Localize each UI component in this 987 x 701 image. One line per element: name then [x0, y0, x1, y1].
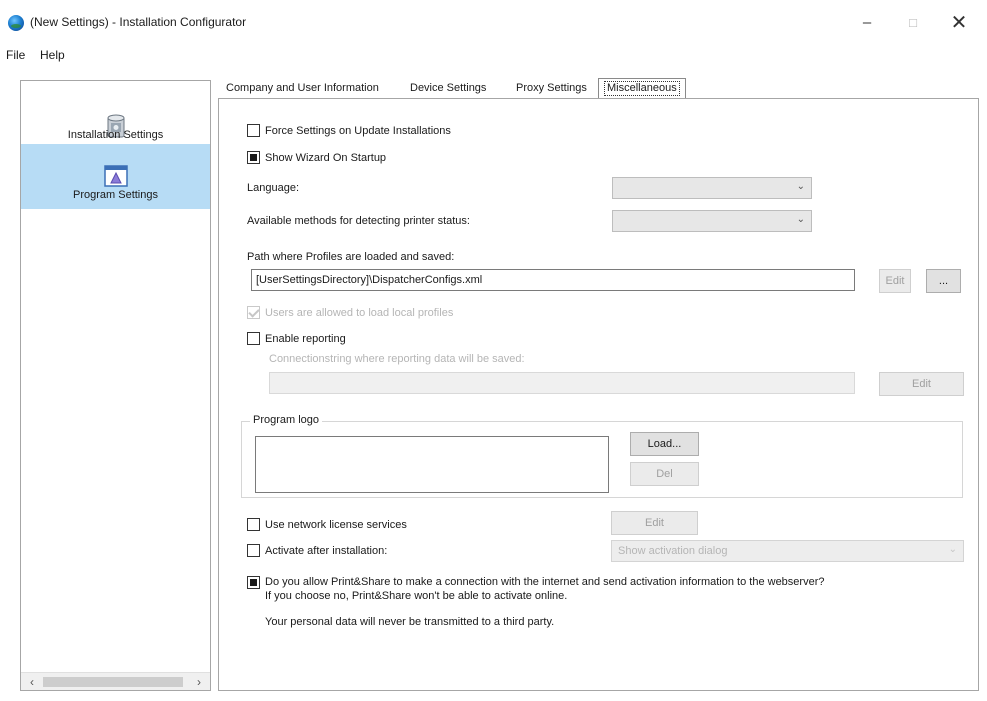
tab-miscellaneous[interactable]: Miscellaneous	[598, 78, 686, 99]
nav-item-label: Installation Settings	[67, 129, 164, 141]
tab-label: Miscellaneous	[604, 81, 680, 96]
profiles-edit-button[interactable]: Edit	[879, 269, 911, 293]
activate-after-install-label: Activate after installation:	[265, 545, 388, 557]
load-local-profiles-checkbox[interactable]	[247, 306, 260, 319]
force-settings-label: Force Settings on Update Installations	[265, 125, 451, 137]
privacy-note: Your personal data will never be transmi…	[265, 616, 555, 628]
reporting-path-label: Connectionstring where reporting data wi…	[269, 353, 525, 365]
program-logo-label: Program logo	[250, 414, 323, 426]
network-license-edit-button[interactable]: Edit	[611, 511, 698, 535]
scrollbar-thumb[interactable]	[43, 677, 183, 687]
profiles-path-label: Path where Profiles are loaded and saved…	[247, 251, 455, 263]
chevron-down-icon: ⌄	[796, 214, 805, 225]
maximize-button[interactable]: □	[893, 8, 933, 38]
language-label: Language:	[247, 182, 299, 194]
logo-delete-button[interactable]: Del	[630, 462, 699, 486]
profiles-path-value: [UserSettingsDirectory]\DispatcherConfig…	[256, 274, 483, 286]
menu-bar: File Help	[0, 44, 987, 66]
printer-status-select[interactable]: ⌄	[612, 210, 812, 232]
activation-mode-value: Show activation dialog	[618, 545, 728, 557]
network-license-label: Use network license services	[265, 519, 407, 531]
tab-device-settings[interactable]: Device Settings	[405, 79, 491, 99]
minimize-button[interactable]: –	[847, 8, 887, 38]
scroll-left-icon[interactable]: ‹	[25, 675, 39, 689]
app-globe-icon	[8, 15, 24, 31]
settings-nav-panel: Installation Settings Program Settings ‹…	[20, 80, 211, 691]
scroll-right-icon[interactable]: ›	[192, 675, 206, 689]
force-settings-checkbox[interactable]	[247, 124, 260, 137]
load-local-profiles-label: Users are allowed to load local profiles	[265, 307, 454, 319]
chevron-down-icon: ⌄	[796, 181, 805, 192]
show-wizard-label: Show Wizard On Startup	[265, 152, 387, 164]
menu-help[interactable]: Help	[40, 48, 65, 62]
printer-status-label: Available methods for detecting printer …	[247, 215, 470, 227]
chevron-down-icon: ⌄	[948, 544, 957, 555]
enable-reporting-checkbox[interactable]	[247, 332, 260, 345]
reporting-edit-button[interactable]: Edit	[879, 372, 964, 396]
nav-item-installation-settings[interactable]: Installation Settings	[21, 81, 210, 145]
program-logo-group: Program logo Load... Del	[241, 414, 963, 498]
reporting-path-input[interactable]	[269, 372, 855, 394]
activation-mode-select[interactable]: Show activation dialog ⌄	[611, 540, 964, 562]
profiles-path-input[interactable]: [UserSettingsDirectory]\DispatcherConfig…	[251, 269, 855, 291]
language-select[interactable]: ⌄	[612, 177, 812, 199]
nav-item-program-settings[interactable]: Program Settings	[21, 144, 210, 209]
menu-file[interactable]: File	[6, 48, 25, 62]
profiles-browse-button[interactable]: ...	[926, 269, 961, 293]
close-button[interactable]: ✕	[939, 8, 979, 38]
window-title: (New Settings) - Installation Configurat…	[30, 15, 247, 29]
show-wizard-checkbox[interactable]	[247, 151, 260, 164]
miscellaneous-panel: Force Settings on Update Installations S…	[218, 98, 979, 691]
program-logo-preview	[255, 436, 609, 493]
allow-connection-note: If you choose no, Print&Share won't be a…	[265, 590, 568, 602]
activate-after-install-checkbox[interactable]	[247, 544, 260, 557]
network-license-checkbox[interactable]	[247, 518, 260, 531]
tab-proxy-settings[interactable]: Proxy Settings	[511, 79, 592, 99]
allow-connection-checkbox[interactable]	[247, 576, 260, 589]
logo-load-button[interactable]: Load...	[630, 432, 699, 456]
title-bar: (New Settings) - Installation Configurat…	[0, 0, 987, 44]
enable-reporting-label: Enable reporting	[265, 333, 346, 345]
nav-item-label: Program Settings	[73, 189, 158, 201]
tab-company-user-information[interactable]: Company and User Information	[221, 79, 384, 99]
nav-horizontal-scrollbar[interactable]: ‹ ›	[21, 672, 210, 690]
allow-connection-text: Do you allow Print&Share to make a conne…	[265, 576, 825, 588]
